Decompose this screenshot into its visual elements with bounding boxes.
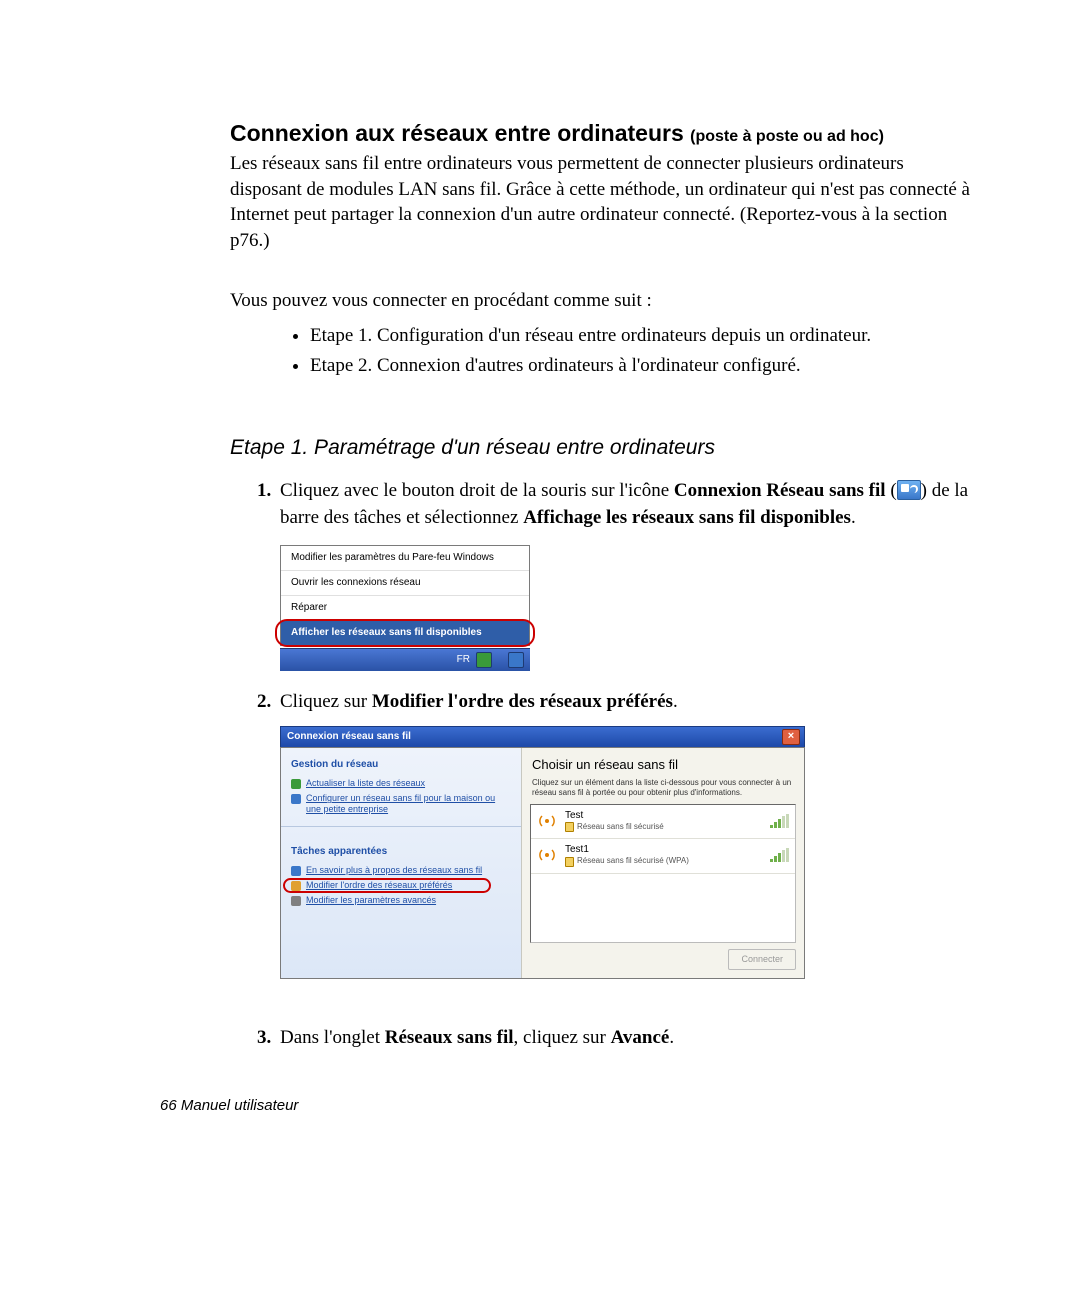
language-indicator-label: FR (457, 653, 470, 667)
step-text: . (851, 507, 856, 528)
step-text: . (669, 1027, 674, 1048)
left-panel-link-label: En savoir plus à propos des réseaux sans… (306, 865, 482, 876)
step-text: Cliquez avec le bouton droit de la souri… (280, 480, 674, 501)
setup-icon (291, 794, 301, 804)
left-panel-link-label: Modifier l'ordre des réseaux préférés (306, 880, 452, 891)
network-list: Test Réseau sans fil sécurisé (530, 804, 796, 943)
window-titlebar: Connexion réseau sans fil × (280, 726, 805, 747)
left-panel: Gestion du réseau Actualiser la liste de… (281, 748, 522, 978)
antenna-icon (537, 845, 557, 865)
step-text-bold: Réseaux sans fil (385, 1027, 514, 1048)
wireless-tray-icon (897, 480, 921, 500)
tray-wireless-icon (508, 652, 524, 668)
ordered-step-2: Cliquez sur Modifier l'ordre des réseaux… (276, 689, 970, 979)
context-menu-item[interactable]: Réparer (281, 596, 529, 621)
context-menu-item-highlighted[interactable]: Afficher les réseaux sans fil disponible… (281, 621, 529, 645)
ordered-step-3: Dans l'onglet Réseaux sans fil, cliquez … (276, 1025, 970, 1052)
step-text: Dans l'onglet (280, 1027, 385, 1048)
page-number: 66 (160, 1097, 177, 1114)
step-text-bold: Affichage les réseaux sans fil disponibl… (523, 507, 851, 528)
network-list-item[interactable]: Test Réseau sans fil sécurisé (531, 805, 795, 839)
left-panel-link[interactable]: Actualiser la liste des réseaux (291, 778, 511, 789)
ordered-step-1: Cliquez avec le bouton droit de la souri… (276, 478, 970, 671)
network-security: Réseau sans fil sécurisé (577, 822, 664, 832)
window-body: Gestion du réseau Actualiser la liste de… (280, 747, 805, 979)
step-text: Cliquez sur (280, 691, 372, 712)
section-heading: Connexion aux réseaux entre ordinateurs … (230, 120, 970, 147)
left-panel-section-title: Tâches apparentées (291, 845, 511, 859)
right-panel-title: Choisir un réseau sans fil (532, 756, 796, 774)
right-panel-description: Cliquez sur un élément dans la liste ci-… (532, 778, 796, 798)
taskbar-strip: FR (280, 648, 530, 671)
signal-strength-icon (770, 814, 789, 828)
left-panel-link-label: Modifier les paramètres avancés (306, 895, 436, 906)
step-text: . (673, 691, 678, 712)
left-panel-link-highlighted[interactable]: Modifier l'ordre des réseaux préférés (291, 880, 511, 891)
list-item: Etape 1. Configuration d'un réseau entre… (310, 321, 970, 350)
section-heading-main: Connexion aux réseaux entre ordinateurs (230, 120, 684, 146)
step-text-bold: Connexion Réseau sans fil (674, 480, 886, 501)
follow-paragraph: Vous pouvez vous connecter en procédant … (230, 288, 970, 314)
refresh-icon (291, 779, 301, 789)
footer-label: Manuel utilisateur (181, 1097, 299, 1114)
tray-help-icon (476, 652, 492, 668)
step-text: ( (886, 480, 897, 501)
context-menu-figure: Modifier les paramètres du Pare-feu Wind… (280, 545, 530, 671)
left-panel-link-label: Actualiser la liste des réseaux (306, 778, 425, 789)
left-panel-link[interactable]: En savoir plus à propos des réseaux sans… (291, 865, 511, 876)
step-text-bold: Avancé (611, 1027, 670, 1048)
wireless-dialog-figure: Connexion réseau sans fil × Gestion du r… (280, 726, 805, 979)
context-menu: Modifier les paramètres du Pare-feu Wind… (280, 545, 530, 646)
right-panel: Choisir un réseau sans fil Cliquez sur u… (522, 748, 804, 978)
context-menu-item[interactable]: Ouvrir les connexions réseau (281, 571, 529, 596)
info-icon (291, 866, 301, 876)
left-panel-section-title: Gestion du réseau (291, 758, 511, 772)
context-menu-item-label: Afficher les réseaux sans fil disponible… (291, 627, 482, 638)
antenna-icon (537, 811, 557, 831)
window-close-button[interactable]: × (782, 729, 800, 745)
network-name: Test1 (565, 843, 762, 856)
lock-icon (565, 857, 574, 867)
left-panel-link[interactable]: Modifier les paramètres avancés (291, 895, 511, 906)
network-name: Test (565, 809, 762, 822)
page-footer: 66 Manuel utilisateur (160, 1097, 298, 1114)
left-panel-link-label: Configurer un réseau sans fil pour la ma… (306, 793, 511, 816)
step-overview-list: Etape 1. Configuration d'un réseau entre… (230, 321, 970, 380)
network-security: Réseau sans fil sécurisé (WPA) (577, 856, 689, 866)
lock-icon (565, 822, 574, 832)
left-panel-divider (281, 826, 521, 827)
list-item: Etape 2. Connexion d'autres ordinateurs … (310, 351, 970, 380)
section-heading-sub: (poste à poste ou ad hoc) (690, 128, 884, 145)
intro-paragraph: Les réseaux sans fil entre ordinateurs v… (230, 151, 970, 254)
step-text: , cliquez sur (514, 1027, 611, 1048)
connect-button[interactable]: Connecter (728, 949, 796, 970)
network-list-item[interactable]: Test1 Réseau sans fil sécurisé (WPA) (531, 839, 795, 873)
star-icon (291, 881, 301, 891)
left-panel-link[interactable]: Configurer un réseau sans fil pour la ma… (291, 793, 511, 816)
context-menu-item[interactable]: Modifier les paramètres du Pare-feu Wind… (281, 546, 529, 571)
signal-strength-icon (770, 848, 789, 862)
step-1-heading: Etape 1. Paramétrage d'un réseau entre o… (230, 436, 970, 460)
window-title: Connexion réseau sans fil (287, 730, 411, 744)
gear-icon (291, 896, 301, 906)
step-text-bold: Modifier l'ordre des réseaux préférés (372, 691, 673, 712)
